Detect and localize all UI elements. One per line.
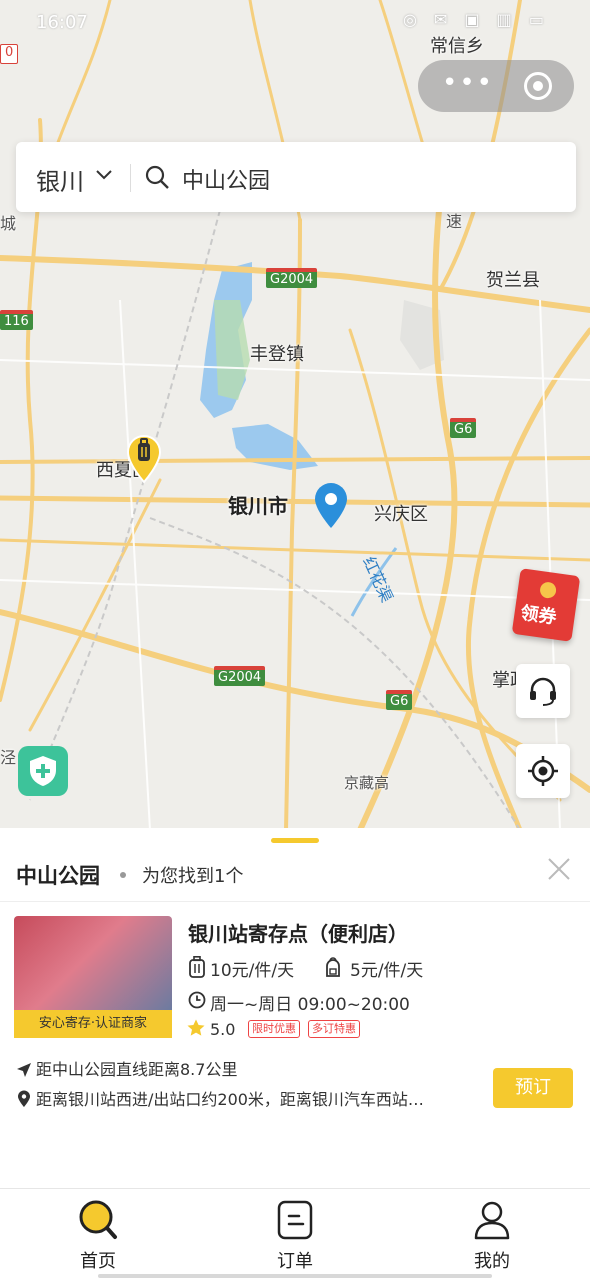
storage-marker-icon[interactable] — [126, 434, 162, 484]
status-bar: 16:07 ◎ ✉ ▣ ▥ ▭ — [0, 0, 590, 44]
highway-shield-side: 0 — [0, 44, 19, 64]
tab-bar: 首页 订单 我的 — [0, 1188, 590, 1280]
distance-text: 距中山公园直线距离8.7公里 — [36, 1060, 238, 1079]
address-text: 距离银川站西进/出站口约200米，距离银川汽车西站… — [36, 1090, 424, 1109]
promo-tag: 多订特惠 — [308, 1020, 360, 1038]
highway-shield-g2004: G2004 — [214, 666, 266, 686]
map-roads — [0, 0, 590, 830]
search-bar[interactable]: 银川 中山公园 — [16, 142, 576, 212]
close-icon[interactable] — [546, 856, 572, 882]
coupon-button[interactable]: 领券 — [511, 568, 581, 642]
miniprogram-capsule[interactable]: ••• — [418, 60, 574, 112]
shield-plus-icon — [30, 756, 56, 786]
results-header: 中山公园 为您找到1个 — [0, 850, 590, 902]
tab-profile[interactable]: 我的 — [394, 1189, 590, 1280]
navigation-arrow-icon — [17, 1063, 31, 1077]
map-label-fengdeng: 丰登镇 — [250, 344, 304, 365]
coupon-label: 领券 — [519, 602, 558, 629]
map-label-jing: 泾 — [0, 748, 17, 767]
results-count: 为您找到1个 — [142, 866, 244, 887]
highway-shield-g6: G6 — [450, 418, 477, 438]
certified-badge: 安心寄存·认证商家 — [14, 1010, 172, 1038]
map-label-changxin: 常信乡 — [430, 36, 484, 57]
tab-orders[interactable]: 订单 — [197, 1189, 393, 1280]
search-divider — [130, 164, 131, 192]
locate-me-button[interactable] — [516, 744, 570, 798]
store-rating: 5.0 — [210, 1020, 236, 1039]
tab-home-label: 首页 — [80, 1251, 116, 1272]
customer-service-button[interactable] — [516, 664, 570, 718]
city-selector[interactable]: 银川 — [36, 162, 84, 197]
close-miniprogram-icon[interactable] — [524, 72, 552, 100]
home-indicator — [98, 1274, 492, 1278]
locate-icon — [528, 756, 558, 786]
highway-shield-116: 116 — [0, 310, 33, 330]
search-input[interactable]: 中山公园 — [182, 163, 270, 195]
tab-home[interactable]: 首页 — [0, 1189, 196, 1280]
store-photo[interactable] — [14, 916, 172, 1010]
coupon-seal-icon — [539, 581, 558, 600]
results-sheet: 中山公园 为您找到1个 安心寄存·认证商家 银川站寄存点（便利店） 10元/件/… — [0, 828, 590, 1188]
promo-tag: 限时优惠 — [248, 1020, 300, 1038]
status-icons: ◎ ✉ ▣ ▥ ▭ — [402, 10, 550, 29]
bag-price: 5元/件/天 — [350, 961, 424, 981]
more-dots-icon[interactable]: ••• — [438, 70, 498, 102]
star-icon — [187, 1019, 205, 1036]
map-label-yinchuan: 银川市 — [228, 494, 288, 518]
results-title: 中山公园 — [16, 864, 100, 888]
search-icon — [145, 165, 169, 189]
backpack-icon — [326, 957, 340, 977]
suitcase-icon — [189, 956, 205, 978]
tab-orders-label: 订单 — [277, 1251, 313, 1272]
suitcase-price: 10元/件/天 — [210, 961, 295, 981]
headset-icon — [530, 677, 556, 706]
map-label-helan: 贺兰县 — [486, 270, 540, 291]
map-label-xingqing: 兴庆区 — [374, 504, 428, 525]
status-time: 16:07 — [36, 12, 88, 33]
highway-shield-g2004: G2004 — [266, 268, 318, 288]
book-button[interactable]: 预订 — [493, 1068, 573, 1108]
map-view[interactable]: 16:07 ◎ ✉ ▣ ▥ ▭ 常信乡 贺兰县 丰登镇 西夏区 银川市 兴庆区 … — [0, 0, 590, 830]
opening-hours: 周一~周日 09:00~20:00 — [210, 995, 410, 1015]
address-row: 距离银川站西进/出站口约200米，距离银川汽车西站… — [16, 1086, 424, 1110]
separator-dot — [120, 872, 126, 878]
clock-icon — [188, 991, 206, 1009]
store-name[interactable]: 银川站寄存点（便利店） — [188, 918, 408, 947]
distance-row: 距中山公园直线距离8.7公里 — [16, 1056, 237, 1080]
chevron-down-icon[interactable] — [94, 164, 114, 184]
location-pin-icon — [18, 1090, 30, 1107]
sheet-grabber[interactable] — [271, 838, 319, 843]
tab-profile-label: 我的 — [474, 1251, 510, 1272]
order-icon — [277, 1200, 313, 1240]
highway-shield-g6: G6 — [386, 690, 413, 710]
search-icon — [79, 1200, 117, 1239]
insurance-button[interactable] — [18, 746, 68, 796]
map-label-jingzang: 京藏高 — [344, 774, 390, 792]
store-card[interactable]: 安心寄存·认证商家 银川站寄存点（便利店） 10元/件/天 5元/件/天 周一~… — [0, 914, 590, 1154]
map-label-cheng: 城 — [0, 214, 17, 233]
profile-icon — [474, 1201, 510, 1240]
destination-pin-icon[interactable] — [312, 482, 350, 530]
